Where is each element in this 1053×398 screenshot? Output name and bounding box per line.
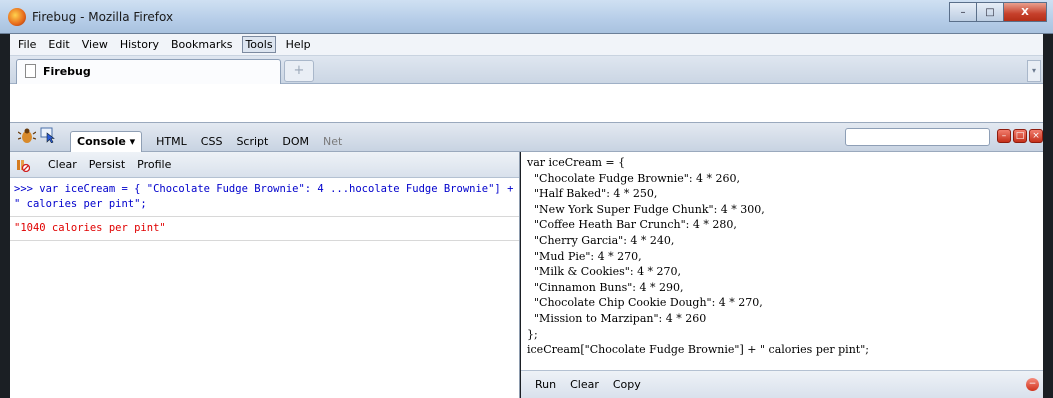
- close-editor-icon[interactable]: −: [1026, 378, 1039, 391]
- console-toolbar: Clear Persist Profile: [10, 152, 519, 178]
- menu-edit[interactable]: Edit: [46, 37, 71, 52]
- browser-window: Firebug - Mozilla Firefox – □ X File Edi…: [0, 0, 1053, 398]
- list-all-tabs-button[interactable]: ▾: [1027, 60, 1041, 82]
- tab-firebug[interactable]: Firebug: [16, 59, 281, 84]
- tab-dom[interactable]: DOM: [282, 135, 309, 148]
- firebug-close-button[interactable]: ×: [1029, 129, 1043, 143]
- profile-button[interactable]: Profile: [137, 158, 171, 171]
- command-editor-text[interactable]: var iceCream = { "Chocolate Fudge Browni…: [521, 152, 1043, 361]
- firebug-toolbar: Console ▾ HTML CSS Script DOM Net – □ ×: [10, 122, 1043, 153]
- window-title: Firebug - Mozilla Firefox: [32, 10, 174, 24]
- menu-bar: File Edit View History Bookmarks Tools H…: [10, 34, 1043, 56]
- console-log-result[interactable]: "1040 calories per pint": [10, 217, 519, 241]
- menu-history[interactable]: History: [118, 37, 161, 52]
- page-icon: [25, 64, 36, 78]
- firebug-bug-icon[interactable]: [18, 128, 36, 144]
- menu-tools[interactable]: Tools: [242, 36, 276, 53]
- console-log-command[interactable]: >>> var iceCream = { "Chocolate Fudge Br…: [10, 178, 519, 217]
- run-button[interactable]: Run: [535, 378, 556, 391]
- tab-console[interactable]: Console ▾: [70, 131, 143, 153]
- menu-file[interactable]: File: [16, 37, 38, 52]
- editor-footer: Run Clear Copy −: [521, 370, 1043, 398]
- tab-html[interactable]: HTML: [156, 135, 187, 148]
- clear-button[interactable]: Clear: [48, 158, 77, 171]
- menu-view[interactable]: View: [80, 37, 110, 52]
- tab-net[interactable]: Net: [323, 135, 342, 148]
- editor-clear-button[interactable]: Clear: [570, 378, 599, 391]
- clear-console-icon[interactable]: [16, 158, 30, 172]
- new-tab-button[interactable]: +: [284, 60, 314, 82]
- minimize-button[interactable]: –: [949, 2, 977, 22]
- menu-bookmarks[interactable]: Bookmarks: [169, 37, 234, 52]
- close-button[interactable]: X: [1003, 2, 1047, 22]
- tab-label: Firebug: [43, 65, 91, 78]
- panel-tabs: Console ▾ HTML CSS Script DOM Net: [70, 129, 356, 153]
- firebug-search-input[interactable]: [845, 128, 990, 146]
- tab-bar: Firebug + ▾: [10, 56, 1043, 84]
- console-panel: Clear Persist Profile >>> var iceCream =…: [10, 152, 520, 398]
- window-controls: – □ X: [949, 2, 1047, 24]
- persist-button[interactable]: Persist: [89, 158, 125, 171]
- menu-help[interactable]: Help: [284, 37, 313, 52]
- firefox-logo-icon: [8, 8, 26, 26]
- command-editor[interactable]: var iceCream = { "Chocolate Fudge Browni…: [521, 152, 1043, 398]
- firebug-detach-button[interactable]: □: [1013, 129, 1027, 143]
- tab-css[interactable]: CSS: [201, 135, 223, 148]
- copy-button[interactable]: Copy: [613, 378, 641, 391]
- tab-script[interactable]: Script: [236, 135, 268, 148]
- page-content: [10, 84, 1043, 122]
- inspect-icon[interactable]: [40, 127, 56, 143]
- title-bar: Firebug - Mozilla Firefox – □ X: [0, 0, 1053, 34]
- firebug-minimize-button[interactable]: –: [997, 129, 1011, 143]
- firebug-window-buttons: – □ ×: [995, 129, 1043, 143]
- maximize-button[interactable]: □: [976, 2, 1004, 22]
